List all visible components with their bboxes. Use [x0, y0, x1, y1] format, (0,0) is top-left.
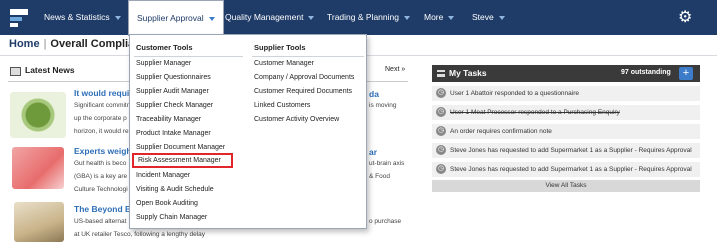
menu-item-supply-chain-manager[interactable]: Supply Chain Manager — [136, 212, 207, 224]
nav-label: Steve — [472, 12, 494, 22]
newspaper-icon — [10, 67, 21, 76]
task-text: An order requires confirmation note — [450, 128, 552, 135]
news-article-text: up the corporate p — [74, 115, 127, 122]
nav-user-steve[interactable]: Steve — [472, 0, 505, 35]
supplier-approval-dropdown: Customer Tools Supplier Tools Supplier M… — [129, 34, 367, 229]
chevron-down-icon — [114, 15, 121, 20]
nav-more[interactable]: More — [424, 0, 455, 35]
breadcrumb-separator: | — [43, 38, 47, 50]
news-article-title[interactable]: It would requir — [74, 88, 133, 98]
add-task-button[interactable]: + — [679, 67, 693, 80]
clock-icon: ◷ — [436, 145, 446, 155]
menu-item-customer-required-documents[interactable]: Customer Required Documents — [254, 86, 352, 98]
news-article-text: is moving — [369, 102, 397, 109]
clock-icon: ◷ — [436, 126, 446, 136]
news-article-text: (GBA) is a key are — [74, 173, 128, 180]
news-article-title[interactable]: Experts weigh — [74, 146, 132, 156]
menu-item-customer-manager[interactable]: Customer Manager — [254, 58, 314, 70]
top-navbar: News & Statistics Supplier Approval Qual… — [0, 0, 717, 36]
news-article-title[interactable]: The Beyond B — [74, 204, 131, 214]
news-article-text: & Food — [369, 173, 390, 180]
news-article-text: ut-brain axis — [369, 160, 405, 167]
nav-label: Supplier Approval — [137, 13, 204, 23]
list-icon — [437, 70, 445, 77]
menu-item-supplier-manager[interactable]: Supplier Manager — [136, 58, 191, 70]
chevron-down-icon — [448, 15, 455, 20]
news-article-text: at UK retailer Tesco, following a length… — [74, 231, 206, 238]
nav-label: News & Statistics — [44, 12, 110, 22]
news-article-text: US-based alternat — [74, 218, 127, 225]
tasks-outstanding-count: 97 outstanding — [621, 69, 671, 76]
breadcrumb-home-link[interactable]: Home — [9, 38, 40, 50]
task-text: User 1 Meat Processor responded to a Pur… — [450, 109, 620, 116]
nav-quality-management[interactable]: Quality Management — [225, 0, 315, 35]
news-article-text: Significant commitr — [74, 102, 129, 109]
gear-icon[interactable]: ⚙ — [678, 10, 694, 26]
nav-supplier-approval[interactable]: Supplier Approval — [128, 0, 224, 36]
task-item[interactable]: ◷ Steve Jones has requested to add Superm… — [432, 143, 700, 158]
breadcrumb: Home | Overall Complian — [9, 38, 141, 50]
menu-item-traceability-manager[interactable]: Traceability Manager — [136, 114, 201, 126]
menu-item-incident-manager[interactable]: Incident Manager — [136, 170, 190, 182]
task-item[interactable]: ◷ User 1 Abattoir responded to a question… — [432, 86, 700, 101]
nav-label: Quality Management — [225, 12, 304, 22]
menu-item-company-approval-documents[interactable]: Company / Approval Documents — [254, 72, 354, 84]
chevron-down-icon — [403, 15, 410, 20]
task-text: Steve Jones has requested to add Superma… — [450, 166, 692, 173]
clock-icon: ◷ — [436, 164, 446, 174]
chevron-down-icon — [208, 16, 215, 21]
news-article-text: o purchase — [369, 218, 402, 225]
latest-news-title: Latest News — [25, 65, 75, 75]
news-article-text: horizon, it would re — [74, 128, 129, 135]
my-tasks-header: My Tasks 97 outstanding + — [432, 65, 700, 82]
menu-item-supplier-questionnaires[interactable]: Supplier Questionnaires — [136, 72, 211, 84]
view-all-tasks-button[interactable]: View All Tasks — [432, 180, 700, 192]
menu-item-customer-activity-overview[interactable]: Customer Activity Overview — [254, 114, 339, 126]
clock-icon: ◷ — [436, 107, 446, 117]
nav-trading-planning[interactable]: Trading & Planning — [327, 0, 410, 35]
news-thumbnail[interactable] — [14, 202, 64, 242]
menu-item-visiting-audit-schedule[interactable]: Visiting & Audit Schedule — [136, 184, 214, 196]
menu-item-supplier-check-manager[interactable]: Supplier Check Manager — [136, 100, 213, 112]
app-logo-icon[interactable] — [10, 9, 28, 27]
menu-item-open-book-auditing[interactable]: Open Book Auditing — [136, 198, 198, 210]
my-tasks-title: My Tasks — [449, 68, 487, 78]
divider — [252, 56, 364, 57]
news-thumbnail[interactable] — [10, 92, 66, 138]
task-text: User 1 Abattoir responded to a questionn… — [450, 90, 580, 97]
news-thumbnail[interactable] — [12, 147, 64, 189]
menu-item-risk-assessment-manager[interactable]: Risk Assessment Manager — [132, 153, 233, 168]
nav-label: Trading & Planning — [327, 12, 399, 22]
menu-item-product-intake-manager[interactable]: Product Intake Manager — [136, 128, 211, 140]
next-news-button[interactable]: Next » — [385, 66, 405, 73]
chevron-down-icon — [498, 15, 505, 20]
supplier-tools-heading: Supplier Tools — [254, 43, 306, 52]
news-article-title-tail: da — [369, 89, 379, 99]
news-article-text: Gut health is beco — [74, 160, 127, 167]
nav-news-statistics[interactable]: News & Statistics — [44, 0, 121, 35]
customer-tools-heading: Customer Tools — [136, 43, 193, 52]
menu-item-linked-customers[interactable]: Linked Customers — [254, 100, 310, 112]
nav-label: More — [424, 12, 444, 22]
task-text: Steve Jones has requested to add Superma… — [450, 147, 692, 154]
chevron-down-icon — [308, 15, 315, 20]
divider — [134, 56, 243, 57]
task-item[interactable]: ◷ User 1 Meat Processor responded to a Pu… — [432, 105, 700, 120]
news-article-title-tail: ar — [369, 147, 378, 157]
news-article-text: Culture Technologi — [74, 186, 128, 193]
menu-item-supplier-audit-manager[interactable]: Supplier Audit Manager — [136, 86, 209, 98]
task-item[interactable]: ◷ Steve Jones has requested to add Superm… — [432, 162, 700, 177]
clock-icon: ◷ — [436, 88, 446, 98]
my-tasks-panel: My Tasks 97 outstanding + ◷ User 1 Abatto… — [432, 65, 700, 195]
page-title: Overall Complian — [50, 38, 141, 50]
task-item[interactable]: ◷ An order requires confirmation note — [432, 124, 700, 139]
